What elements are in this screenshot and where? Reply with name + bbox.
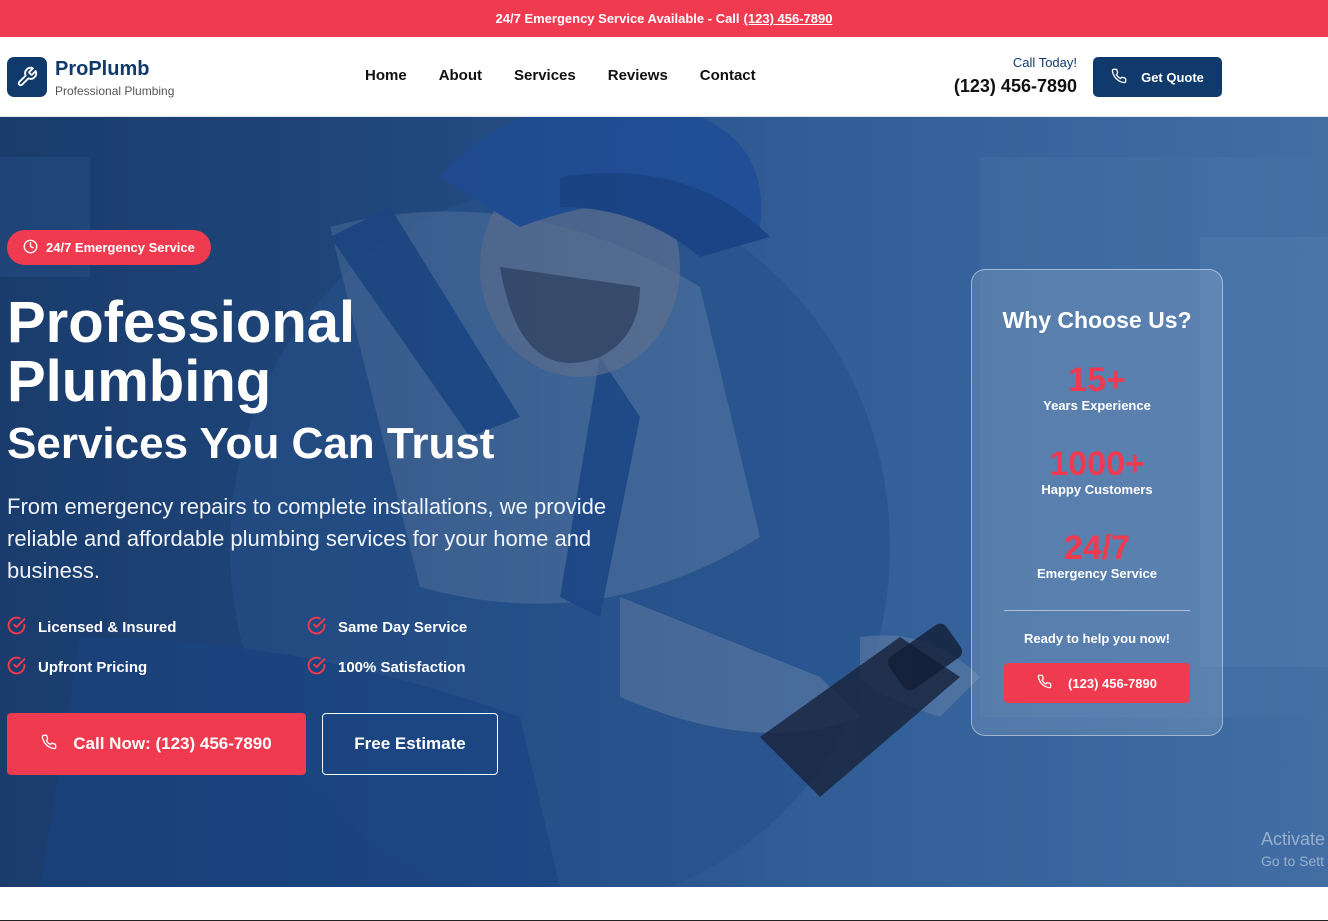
card-title: Why Choose Us?	[1002, 307, 1192, 333]
feature-item: Upfront Pricing	[7, 656, 307, 679]
emergency-topbar: 24/7 Emergency Service Available - Call …	[0, 0, 1328, 37]
free-estimate-button[interactable]: Free Estimate	[322, 713, 498, 775]
nav-services[interactable]: Services	[514, 67, 576, 84]
call-now-button[interactable]: Call Now: (123) 456-7890	[7, 713, 306, 775]
hero-title-line1: Professional	[7, 290, 356, 355]
why-choose-card: Why Choose Us? 15+ Years Experience 1000…	[971, 269, 1223, 736]
nav-about[interactable]: About	[439, 67, 482, 84]
nav-home[interactable]: Home	[365, 67, 407, 84]
main-nav: Home About Services Reviews Contact	[365, 67, 756, 84]
stat-customers: 1000+ Happy Customers	[972, 446, 1222, 498]
badge-label: 24/7 Emergency Service	[46, 240, 195, 255]
clock-icon	[23, 239, 38, 257]
stat-value: 1000+	[1049, 445, 1145, 483]
hero-title-line2: Plumbing	[7, 349, 272, 414]
nav-reviews[interactable]: Reviews	[608, 67, 668, 84]
stat-years: 15+ Years Experience	[972, 362, 1222, 414]
activation-watermark: Activate Go to Sett	[1261, 829, 1326, 869]
site-header: ProPlumb Professional Plumbing Home Abou…	[0, 37, 1328, 117]
feature-list: Licensed & Insured Same Day Service Upfr…	[7, 616, 567, 679]
card-divider	[1004, 610, 1190, 611]
topbar-text: 24/7 Emergency Service Available - Call	[495, 11, 740, 26]
card-button-label: (123) 456-7890	[1068, 675, 1157, 691]
feature-item: 100% Satisfaction	[307, 656, 567, 679]
check-circle-icon	[307, 656, 326, 679]
card-call-button[interactable]: (123) 456-7890	[1004, 663, 1190, 703]
hero-section: 24/7 Emergency Service Professional Plum…	[0, 117, 1328, 887]
ready-text: Ready to help you now!	[1024, 631, 1170, 646]
brand-tagline: Professional Plumbing	[55, 84, 175, 98]
stat-label: Emergency Service	[1037, 566, 1157, 581]
stat-label: Years Experience	[1043, 398, 1151, 413]
phone-icon	[1037, 674, 1052, 692]
call-now-label: Call Now: (123) 456-7890	[73, 734, 272, 753]
check-circle-icon	[7, 616, 26, 639]
brand-name[interactable]: ProPlumb	[55, 58, 149, 81]
hero-subtitle: Services You Can Trust	[7, 419, 495, 468]
page-bottom-strip	[0, 887, 1328, 921]
hero-lead: From emergency repairs to complete insta…	[7, 494, 607, 583]
get-quote-label: Get Quote	[1141, 69, 1204, 85]
stat-label: Happy Customers	[1041, 482, 1153, 497]
call-today-label: Call Today!	[1012, 55, 1077, 70]
get-quote-button[interactable]: Get Quote	[1093, 57, 1222, 97]
phone-icon	[1111, 68, 1127, 87]
nav-contact[interactable]: Contact	[700, 67, 756, 84]
topbar-phone-link[interactable]: (123) 456-7890	[744, 11, 833, 26]
emergency-badge: 24/7 Emergency Service	[7, 230, 211, 265]
stat-emergency: 24/7 Emergency Service	[972, 530, 1222, 582]
stat-value: 24/7	[1063, 529, 1131, 567]
check-circle-icon	[7, 656, 26, 679]
check-circle-icon	[307, 616, 326, 639]
feature-item: Same Day Service	[307, 616, 567, 639]
feature-item: Licensed & Insured	[7, 616, 307, 639]
stat-value: 15+	[1068, 361, 1126, 399]
header-phone[interactable]: (123) 456-7890	[954, 76, 1077, 97]
phone-icon	[41, 734, 57, 755]
hero-title: Professional Plumbing	[7, 293, 355, 411]
logo-wrench-icon[interactable]	[7, 57, 47, 97]
